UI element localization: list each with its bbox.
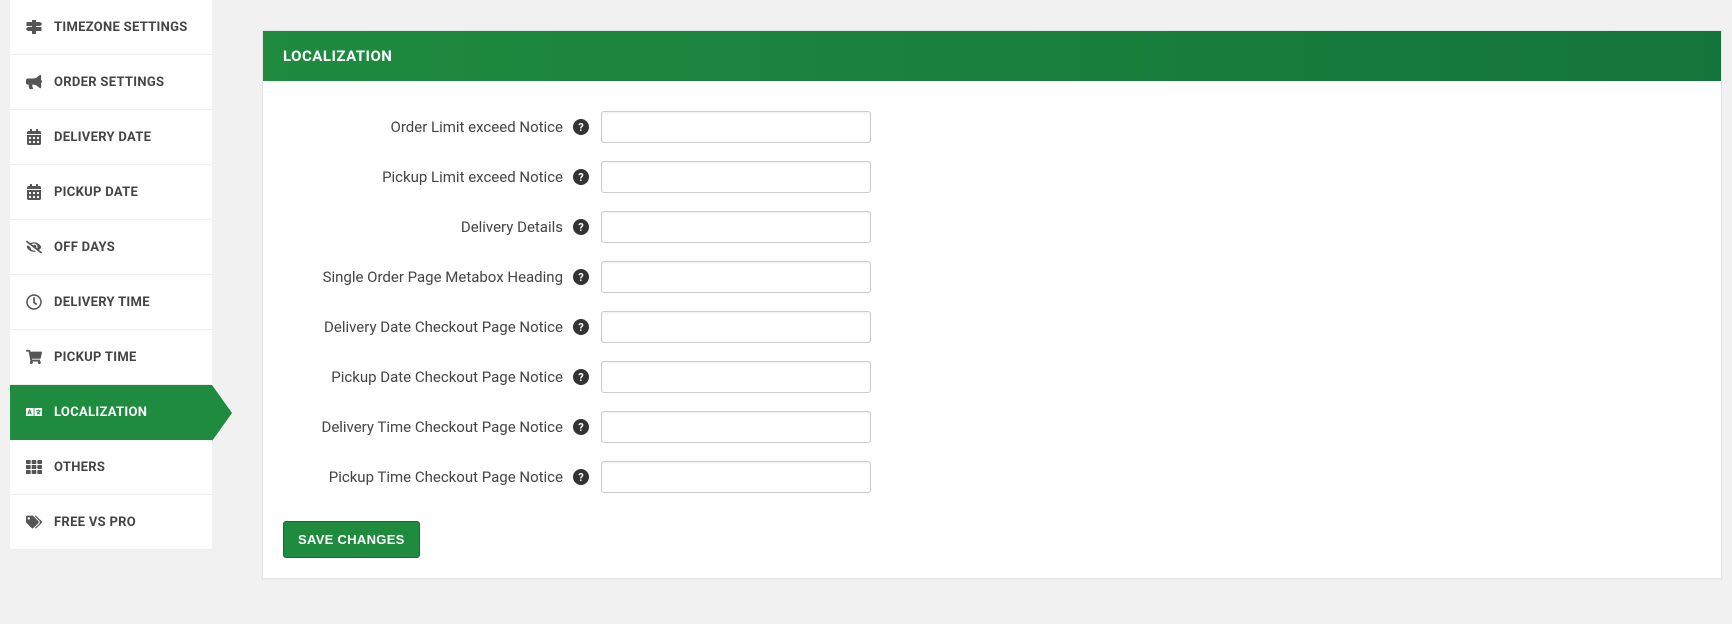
sidebar-item-localization[interactable]: LOCALIZATION xyxy=(10,385,212,440)
sidebar-item-label: DELIVERY DATE xyxy=(54,130,151,145)
cart-icon xyxy=(24,349,44,365)
sidebar-item-others[interactable]: OTHERS xyxy=(10,440,212,495)
form-row-delivery-details: Delivery Details ? xyxy=(283,211,1701,243)
sidebar-item-label: OFF DAYS xyxy=(54,240,115,255)
field-label: Single Order Page Metabox Heading xyxy=(283,268,573,286)
eye-slash-icon xyxy=(24,239,44,255)
tags-icon xyxy=(24,514,44,530)
pickup-time-checkout-page-notice-input[interactable] xyxy=(601,461,871,493)
calendar-icon xyxy=(24,184,44,200)
field-label: Delivery Details xyxy=(283,218,573,236)
form-row-delivery-date-checkout-page-notice: Delivery Date Checkout Page Notice ? xyxy=(283,311,1701,343)
sidebar-item-label: PICKUP DATE xyxy=(54,185,138,200)
field-label: Order Limit exceed Notice xyxy=(283,118,573,136)
sidebar-item-label: ORDER SETTINGS xyxy=(54,75,164,90)
panel-body: Order Limit exceed Notice ? Pickup Limit… xyxy=(263,81,1721,578)
sidebar-item-delivery-date[interactable]: DELIVERY DATE xyxy=(10,110,212,165)
field-label: Delivery Time Checkout Page Notice xyxy=(283,418,573,436)
clock-icon xyxy=(24,294,44,310)
sidebar-item-pickup-date[interactable]: PICKUP DATE xyxy=(10,165,212,220)
grid-icon xyxy=(24,459,44,475)
form-row-pickup-date-checkout-page-notice: Pickup Date Checkout Page Notice ? xyxy=(283,361,1701,393)
help-icon[interactable]: ? xyxy=(573,369,589,385)
form-row-single-order-page-metabox-heading: Single Order Page Metabox Heading ? xyxy=(283,261,1701,293)
delivery-date-checkout-page-notice-input[interactable] xyxy=(601,311,871,343)
help-icon[interactable]: ? xyxy=(573,419,589,435)
help-icon[interactable]: ? xyxy=(573,319,589,335)
delivery-time-checkout-page-notice-input[interactable] xyxy=(601,411,871,443)
sidebar-item-label: FREE VS PRO xyxy=(54,515,136,530)
field-label: Pickup Time Checkout Page Notice xyxy=(283,468,573,486)
field-label: Pickup Limit exceed Notice xyxy=(283,168,573,186)
form-row-pickup-limit-exceed-notice: Pickup Limit exceed Notice ? xyxy=(283,161,1701,193)
sidebar-item-off-days[interactable]: OFF DAYS xyxy=(10,220,212,275)
help-icon[interactable]: ? xyxy=(573,119,589,135)
sidebar-item-label: TIMEZONE SETTINGS xyxy=(54,20,188,35)
sidebar-item-pickup-time[interactable]: PICKUP TIME xyxy=(10,330,212,385)
sidebar-item-timezone-settings[interactable]: TIMEZONE SETTINGS xyxy=(10,0,212,55)
sidebar-item-order-settings[interactable]: ORDER SETTINGS xyxy=(10,55,212,110)
main-content: LOCALIZATION Order Limit exceed Notice ?… xyxy=(212,0,1722,624)
form-row-delivery-time-checkout-page-notice: Delivery Time Checkout Page Notice ? xyxy=(283,411,1701,443)
single-order-page-metabox-heading-input[interactable] xyxy=(601,261,871,293)
bullhorn-icon xyxy=(24,74,44,90)
pickup-limit-exceed-notice-input[interactable] xyxy=(601,161,871,193)
sidebar-item-delivery-time[interactable]: DELIVERY TIME xyxy=(10,275,212,330)
field-label: Pickup Date Checkout Page Notice xyxy=(283,368,573,386)
calendar-icon xyxy=(24,129,44,145)
help-icon[interactable]: ? xyxy=(573,469,589,485)
field-label: Delivery Date Checkout Page Notice xyxy=(283,318,573,336)
help-icon[interactable]: ? xyxy=(573,169,589,185)
settings-sidebar: TIMEZONE SETTINGS ORDER SETTINGS DELIVER… xyxy=(10,0,212,624)
language-icon xyxy=(24,404,44,420)
sidebar-item-free-vs-pro[interactable]: FREE VS PRO xyxy=(10,495,212,550)
help-icon[interactable]: ? xyxy=(573,269,589,285)
map-signs-icon xyxy=(24,19,44,35)
pickup-date-checkout-page-notice-input[interactable] xyxy=(601,361,871,393)
form-row-pickup-time-checkout-page-notice: Pickup Time Checkout Page Notice ? xyxy=(283,461,1701,493)
delivery-details-input[interactable] xyxy=(601,211,871,243)
form-row-order-limit-exceed-notice: Order Limit exceed Notice ? xyxy=(283,111,1701,143)
order-limit-exceed-notice-input[interactable] xyxy=(601,111,871,143)
help-icon[interactable]: ? xyxy=(573,219,589,235)
panel-title: LOCALIZATION xyxy=(263,31,1721,81)
save-changes-button[interactable]: SAVE CHANGES xyxy=(283,521,420,558)
localization-panel: LOCALIZATION Order Limit exceed Notice ?… xyxy=(262,30,1722,579)
sidebar-item-label: LOCALIZATION xyxy=(54,405,147,420)
sidebar-item-label: OTHERS xyxy=(54,460,105,475)
sidebar-item-label: DELIVERY TIME xyxy=(54,295,150,310)
sidebar-item-label: PICKUP TIME xyxy=(54,350,137,365)
